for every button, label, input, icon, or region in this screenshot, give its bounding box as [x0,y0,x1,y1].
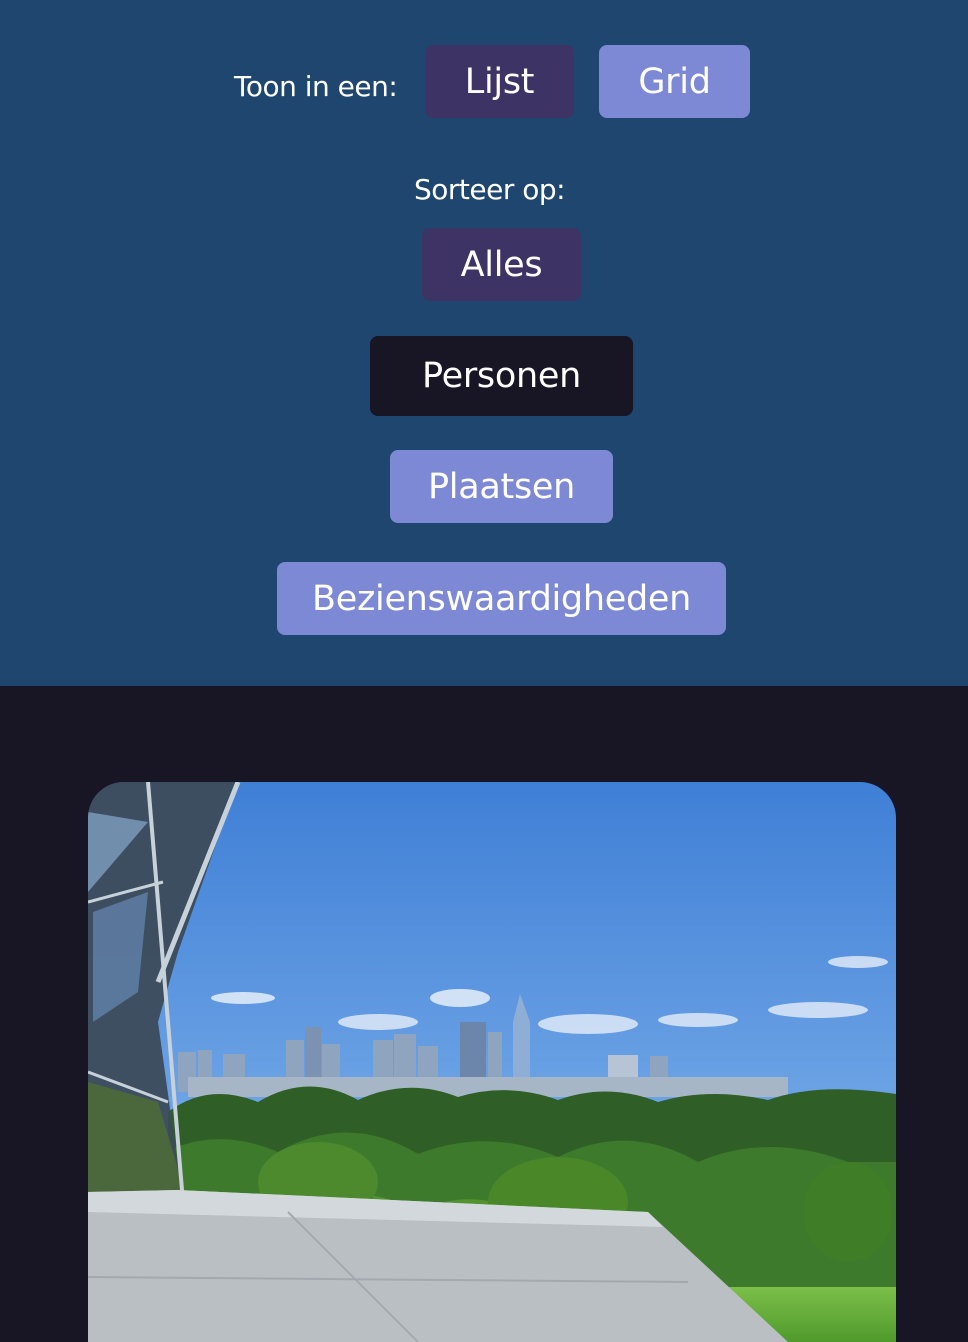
view-list-button[interactable]: Lijst [425,45,574,118]
skyline-image [88,782,896,1342]
sort-all-button[interactable]: Alles [422,228,581,301]
filter-panel: Toon in een: Lijst Grid Sorteer op: Alle… [0,0,968,686]
sort-places-button[interactable]: Plaatsen [390,450,613,523]
view-grid-button[interactable]: Grid [599,45,750,118]
result-card-photo[interactable] [88,782,896,1342]
sort-label: Sorteer op: [414,173,566,206]
view-toggle-label: Toon in een: [234,70,398,103]
sort-sights-button[interactable]: Bezienswaardigheden [277,562,726,635]
sort-persons-button[interactable]: Personen [370,336,633,416]
